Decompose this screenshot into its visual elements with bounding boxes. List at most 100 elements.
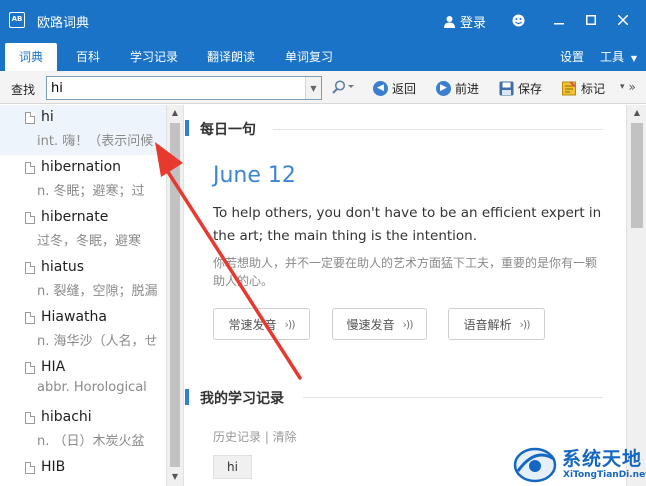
app-logo-icon: AB — [9, 12, 25, 28]
normal-speed-label: 常速发音 — [228, 317, 277, 332]
search-label: 查找 — [11, 83, 36, 97]
daily-english-sentence: To help others, you don't have to be an … — [213, 205, 602, 244]
list-item-definition: n. 裂缝，空隙；脱漏 — [37, 284, 158, 299]
speech-analysis-label: 语音解析 — [463, 317, 512, 332]
list-item-word: hibachi — [41, 409, 92, 425]
document-icon — [25, 312, 35, 324]
list-item-word: HIB — [41, 459, 66, 475]
list-item-definition: int. 嗨！（表示问候 — [37, 134, 154, 149]
sound-wave-icon: ›)) — [402, 317, 414, 331]
section-divider — [303, 397, 603, 398]
word-list-scrollbar[interactable]: ▲ ▼ — [166, 105, 183, 486]
daily-sentence-title: 每日一句 — [200, 122, 256, 138]
search-input[interactable] — [51, 80, 301, 96]
document-icon — [25, 412, 35, 424]
bookmark-note-icon — [562, 81, 576, 96]
mark-label: 标记 — [581, 82, 606, 96]
list-item[interactable]: hibernation n. 冬眠；避寒；过 — [0, 155, 166, 205]
tools-menu[interactable]: 工具 ▼ — [600, 48, 637, 65]
list-item[interactable]: hibachi n. （日）木炭火盆 — [0, 405, 166, 455]
history-word-tag[interactable]: hi — [213, 455, 252, 479]
title-bar: AB 欧路词典 登录 — [0, 0, 646, 40]
list-item-definition: 过冬，冬眠，避寒 — [37, 234, 142, 249]
daily-chinese-translation: 你若想助人，并不一定要在助人的艺术方面猛下工夫，重要的是你有一颗助人的心。 — [213, 256, 598, 288]
caret-down-icon: ▾ — [620, 82, 625, 92]
content-panel: 每日一句 June 12 To help others, you don't h… — [185, 105, 646, 486]
list-item-word: Hiawatha — [41, 309, 107, 325]
section-marker — [185, 389, 189, 405]
study-records-title: 我的学习记录 — [200, 391, 284, 407]
forward-arrow-icon: ▶ — [436, 81, 451, 96]
search-box: ▼ — [46, 76, 322, 100]
speech-analysis-button[interactable]: 语音解析 ›)) — [448, 308, 545, 340]
scroll-up-icon[interactable]: ▲ — [167, 105, 183, 121]
slow-speed-label: 慢速发音 — [346, 317, 395, 332]
document-icon — [25, 462, 35, 474]
slow-speed-audio-button[interactable]: 慢速发音 ›)) — [332, 308, 427, 340]
watermark-logo — [513, 447, 557, 483]
magnifier-icon — [332, 80, 354, 94]
scroll-down-icon[interactable]: ▼ — [167, 469, 183, 485]
back-arrow-icon: ◀ — [373, 81, 388, 96]
minimize-icon — [554, 23, 564, 25]
list-item[interactable]: hi int. 嗨！（表示问候 — [0, 105, 166, 155]
login-button[interactable]: 登录 — [443, 12, 486, 31]
section-divider — [273, 129, 603, 130]
user-icon — [444, 16, 455, 28]
scroll-thumb[interactable] — [631, 123, 643, 228]
maximize-button[interactable] — [580, 10, 602, 30]
list-item[interactable]: hibernate 过冬，冬眠，避寒 — [0, 205, 166, 255]
history-clear-links[interactable]: 历史记录 | 清除 — [213, 428, 297, 445]
sound-wave-icon: ›)) — [519, 317, 531, 331]
search-toolbar: 查找 ▼ ◀ 返回 ▶ 前进 保存 标记 ▾ » — [0, 71, 646, 104]
search-button[interactable] — [332, 80, 354, 94]
document-icon — [25, 212, 35, 224]
smiley-button[interactable] — [507, 10, 529, 30]
toolbar-overflow-button[interactable]: ▾ » — [620, 80, 636, 94]
list-item-word: hibernate — [41, 209, 109, 225]
save-button[interactable]: 保存 — [499, 80, 542, 97]
watermark-subtitle: XiTongTianDi.net — [563, 470, 646, 480]
close-button[interactable] — [612, 10, 634, 30]
list-item[interactable]: Hiawatha n. 海华沙（人名，せ — [0, 305, 166, 355]
section-marker — [185, 120, 189, 136]
list-item-definition: abbr. Horological — [37, 380, 147, 395]
list-item[interactable]: hiatus n. 裂缝，空隙；脱漏 — [0, 255, 166, 305]
sound-wave-icon: ›)) — [284, 317, 296, 331]
daily-date: June 12 — [213, 163, 296, 188]
minimize-button[interactable] — [548, 10, 570, 30]
tab-translate-read[interactable]: 翻译朗读 — [207, 48, 255, 65]
tab-encyclopedia[interactable]: 百科 — [76, 48, 100, 65]
tools-label: 工具 — [600, 50, 625, 64]
search-dropdown-button[interactable]: ▼ — [305, 77, 321, 99]
list-item[interactable]: HIA abbr. Horological — [0, 355, 166, 405]
mark-button[interactable]: 标记 — [562, 80, 605, 97]
close-icon — [618, 15, 628, 25]
document-icon — [25, 112, 35, 124]
list-item-word: HIA — [41, 359, 66, 375]
save-label: 保存 — [518, 82, 543, 96]
save-disk-icon — [499, 81, 514, 96]
menu-bar: 词典 百科 学习记录 翻译朗读 单词复习 设置 工具 ▼ — [0, 40, 646, 71]
document-icon — [25, 362, 35, 374]
smiley-icon — [512, 14, 524, 26]
double-chevron-icon: » — [628, 80, 636, 94]
list-item-definition: n. 冬眠；避寒；过 — [37, 184, 145, 199]
forward-button[interactable]: ▶ 前进 — [436, 80, 479, 97]
watermark-title: 系统天地 — [562, 448, 643, 470]
document-icon — [25, 262, 35, 274]
tab-study-records[interactable]: 学习记录 — [130, 48, 178, 65]
forward-label: 前进 — [455, 82, 480, 96]
tab-dictionary[interactable]: 词典 — [5, 43, 58, 71]
content-scrollbar[interactable]: ▲ — [626, 105, 646, 486]
normal-speed-audio-button[interactable]: 常速发音 ›)) — [213, 308, 310, 340]
list-item[interactable]: HIB — [0, 455, 166, 486]
back-button[interactable]: ◀ 返回 — [373, 80, 416, 97]
list-item-definition: n. （日）木炭火盆 — [37, 434, 145, 449]
settings-menu[interactable]: 设置 — [560, 48, 584, 65]
tab-word-review[interactable]: 单词复习 — [285, 48, 333, 65]
word-list-panel: hi int. 嗨！（表示问候 hibernation n. 冬眠；避寒；过 h… — [0, 105, 184, 486]
scroll-thumb[interactable] — [170, 123, 180, 467]
list-item-word: hibernation — [41, 159, 122, 175]
scroll-up-icon[interactable]: ▲ — [629, 105, 645, 121]
